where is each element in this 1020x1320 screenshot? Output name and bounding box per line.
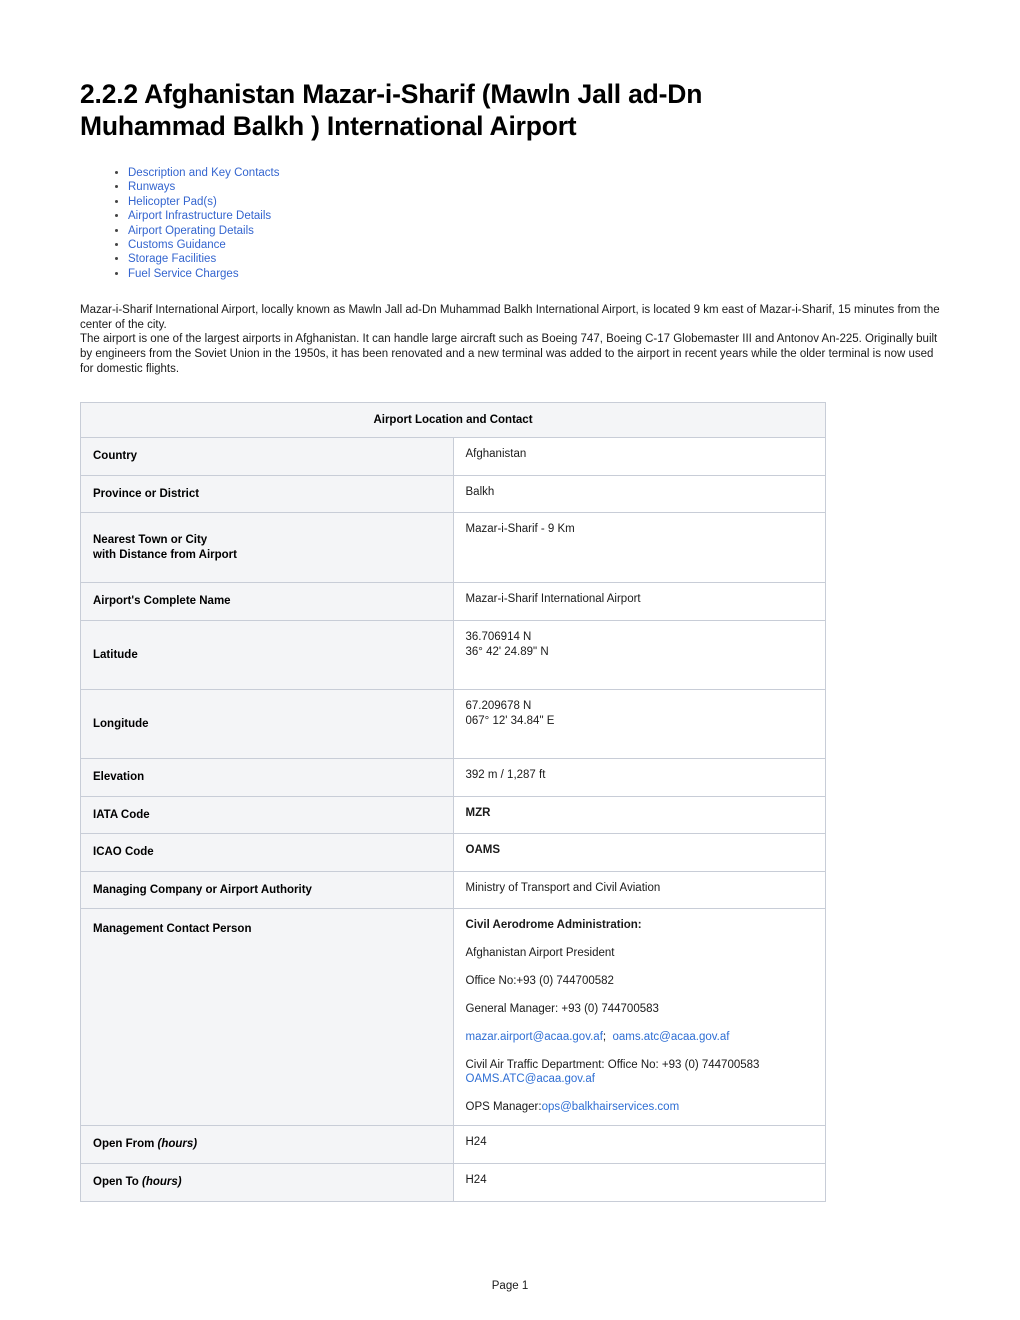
row-value-longitude: 67.209678 N 067° 12' 34.84" E — [452, 689, 826, 759]
email-link-mazar-airport[interactable]: mazar.airport@acaa.gov.af — [466, 1031, 603, 1043]
table-row: Open From (hours) H24 — [80, 1125, 826, 1164]
toc-link-airport-operating-details[interactable]: Airport Operating Details — [128, 225, 254, 237]
table-row: Open To (hours) H24 — [80, 1162, 826, 1202]
row-label-nearest-town: Nearest Town or City with Distance from … — [80, 512, 454, 584]
row-value-open-to: H24 — [452, 1162, 826, 1202]
contact-air-traffic-department: Civil Air Traffic Department: Office No:… — [466, 1058, 814, 1086]
table-of-contents: Description and Key Contacts Runways Hel… — [80, 166, 940, 281]
table-row: ICAO Code OAMS — [80, 833, 826, 872]
longitude-dms: 067° 12' 34.84" E — [465, 715, 555, 727]
open-from-units: (hours) — [157, 1138, 198, 1151]
row-value-province-or-district: Balkh — [452, 474, 826, 514]
latitude-dms: 36° 42' 24.89" N — [465, 646, 549, 658]
row-value-icao-code: OAMS — [452, 833, 826, 872]
open-to-text: Open To — [93, 1175, 142, 1188]
row-value-nearest-town: Mazar-i-Sharif - 9 Km — [452, 512, 826, 584]
table-row: Airport's Complete Name Mazar-i-Sharif I… — [80, 582, 826, 621]
row-value-elevation: 392 m / 1,287 ft — [452, 758, 826, 797]
list-item: Customs Guidance — [128, 238, 940, 252]
row-label-management-contact-person: Management Contact Person — [80, 908, 454, 1127]
airport-location-and-contact-table: Airport Location and Contact Country Afg… — [80, 402, 826, 1202]
row-label-elevation: Elevation — [80, 758, 454, 797]
table-row: Management Contact Person Civil Aerodrom… — [80, 908, 826, 1127]
row-label-icao-code: ICAO Code — [80, 833, 454, 872]
row-label-open-to: Open To (hours) — [80, 1162, 454, 1202]
intro-paragraph-1: Mazar-i-Sharif International Airport, lo… — [80, 304, 940, 331]
row-value-country: Afghanistan — [452, 437, 826, 476]
email-separator: ; — [602, 1031, 607, 1044]
row-value-airports-complete-name: Mazar-i-Sharif International Airport — [452, 582, 826, 621]
row-label-nearest-town-line1: Nearest Town or City — [93, 534, 208, 547]
table-row: Longitude 67.209678 N 067° 12' 34.84" E — [80, 689, 826, 759]
contact-office-number: Office No:+93 (0) 744700582 — [465, 975, 614, 988]
open-from-text: Open From — [93, 1138, 158, 1151]
longitude-decimal: 67.209678 N — [465, 700, 532, 712]
page-title: 2.2.2 Afghanistan Mazar-i-Sharif (Mawln … — [80, 79, 703, 141]
toc-link-fuel-service-charges[interactable]: Fuel Service Charges — [128, 268, 239, 280]
list-item: Runways — [128, 180, 940, 194]
document-page: 2.2.2 Afghanistan Mazar-i-Sharif (Mawln … — [0, 0, 1020, 1320]
toc-link-runways[interactable]: Runways — [128, 181, 175, 193]
table-row: IATA Code MZR — [80, 795, 826, 835]
ops-prefix-text: OPS Manager: — [465, 1101, 542, 1114]
row-value-management-contact-person: Civil Aerodrome Administration: Afghanis… — [452, 908, 826, 1127]
list-item: Storage Facilities — [128, 252, 940, 266]
row-label-iata-code: IATA Code — [80, 795, 454, 835]
contact-emails: mazar.airport@acaa.gov.af; oams.atc@acaa… — [466, 1030, 814, 1044]
row-label-province-or-district: Province or District — [80, 474, 454, 514]
atc-prefix-text: Civil Air Traffic Department: Office No:… — [465, 1059, 760, 1072]
contact-ops-manager: OPS Manager:ops@balkhairservices.com — [466, 1100, 814, 1114]
table-row: Managing Company or Airport Authority Mi… — [80, 870, 826, 910]
contact-general-manager: General Manager: +93 (0) 744700583 — [465, 1003, 659, 1016]
intro-text: Mazar-i-Sharif International Airport, lo… — [80, 303, 940, 376]
email-link-ops-balkhairservices[interactable]: ops@balkhairservices.com — [542, 1101, 680, 1113]
list-item: Airport Operating Details — [128, 224, 940, 238]
table-section-header: Airport Location and Contact — [80, 402, 826, 439]
latitude-decimal: 36.706914 N — [465, 631, 532, 643]
toc-link-description-and-key-contacts[interactable]: Description and Key Contacts — [128, 167, 280, 179]
row-label-country: Country — [80, 437, 454, 476]
toc-link-storage-facilities[interactable]: Storage Facilities — [128, 253, 216, 265]
intro-paragraph-2: The airport is one of the largest airpor… — [80, 333, 938, 375]
table-row: Province or District Balkh — [80, 474, 826, 514]
open-to-units: (hours) — [141, 1175, 182, 1188]
table-header-row: Airport Location and Contact — [80, 402, 826, 439]
list-item: Helicopter Pad(s) — [128, 195, 940, 209]
row-label-latitude: Latitude — [80, 620, 454, 690]
table-row: Nearest Town or City with Distance from … — [80, 512, 826, 584]
row-value-iata-code: MZR — [452, 795, 826, 835]
row-label-managing-company: Managing Company or Airport Authority — [80, 870, 454, 910]
list-item: Description and Key Contacts — [128, 166, 940, 180]
table-row: Latitude 36.706914 N 36° 42' 24.89" N — [80, 620, 826, 690]
toc-link-customs-guidance[interactable]: Customs Guidance — [128, 239, 226, 251]
list-item: Fuel Service Charges — [128, 267, 940, 281]
row-label-longitude: Longitude — [80, 689, 454, 759]
row-label-nearest-town-line2: with Distance from Airport — [93, 548, 237, 561]
email-link-oams-atc-uppercase[interactable]: OAMS.ATC@acaa.gov.af — [466, 1073, 596, 1085]
list-item: Airport Infrastructure Details — [128, 209, 940, 223]
email-link-oams-atc[interactable]: oams.atc@acaa.gov.af — [612, 1031, 729, 1043]
contact-president: Afghanistan Airport President — [465, 947, 615, 960]
row-value-latitude: 36.706914 N 36° 42' 24.89" N — [452, 620, 826, 690]
toc-link-helicopter-pads[interactable]: Helicopter Pad(s) — [128, 196, 217, 208]
contact-heading: Civil Aerodrome Administration: — [465, 919, 642, 932]
row-label-open-from: Open From (hours) — [80, 1125, 454, 1164]
toc-link-airport-infrastructure-details[interactable]: Airport Infrastructure Details — [128, 210, 271, 222]
row-value-managing-company: Ministry of Transport and Civil Aviation — [452, 870, 826, 910]
row-label-airports-complete-name: Airport's Complete Name — [80, 582, 454, 621]
row-value-open-from: H24 — [452, 1125, 826, 1164]
table-row: Elevation 392 m / 1,287 ft — [80, 758, 826, 797]
page-footer: Page 1 — [491, 1280, 529, 1292]
table-row: Country Afghanistan — [80, 437, 826, 476]
